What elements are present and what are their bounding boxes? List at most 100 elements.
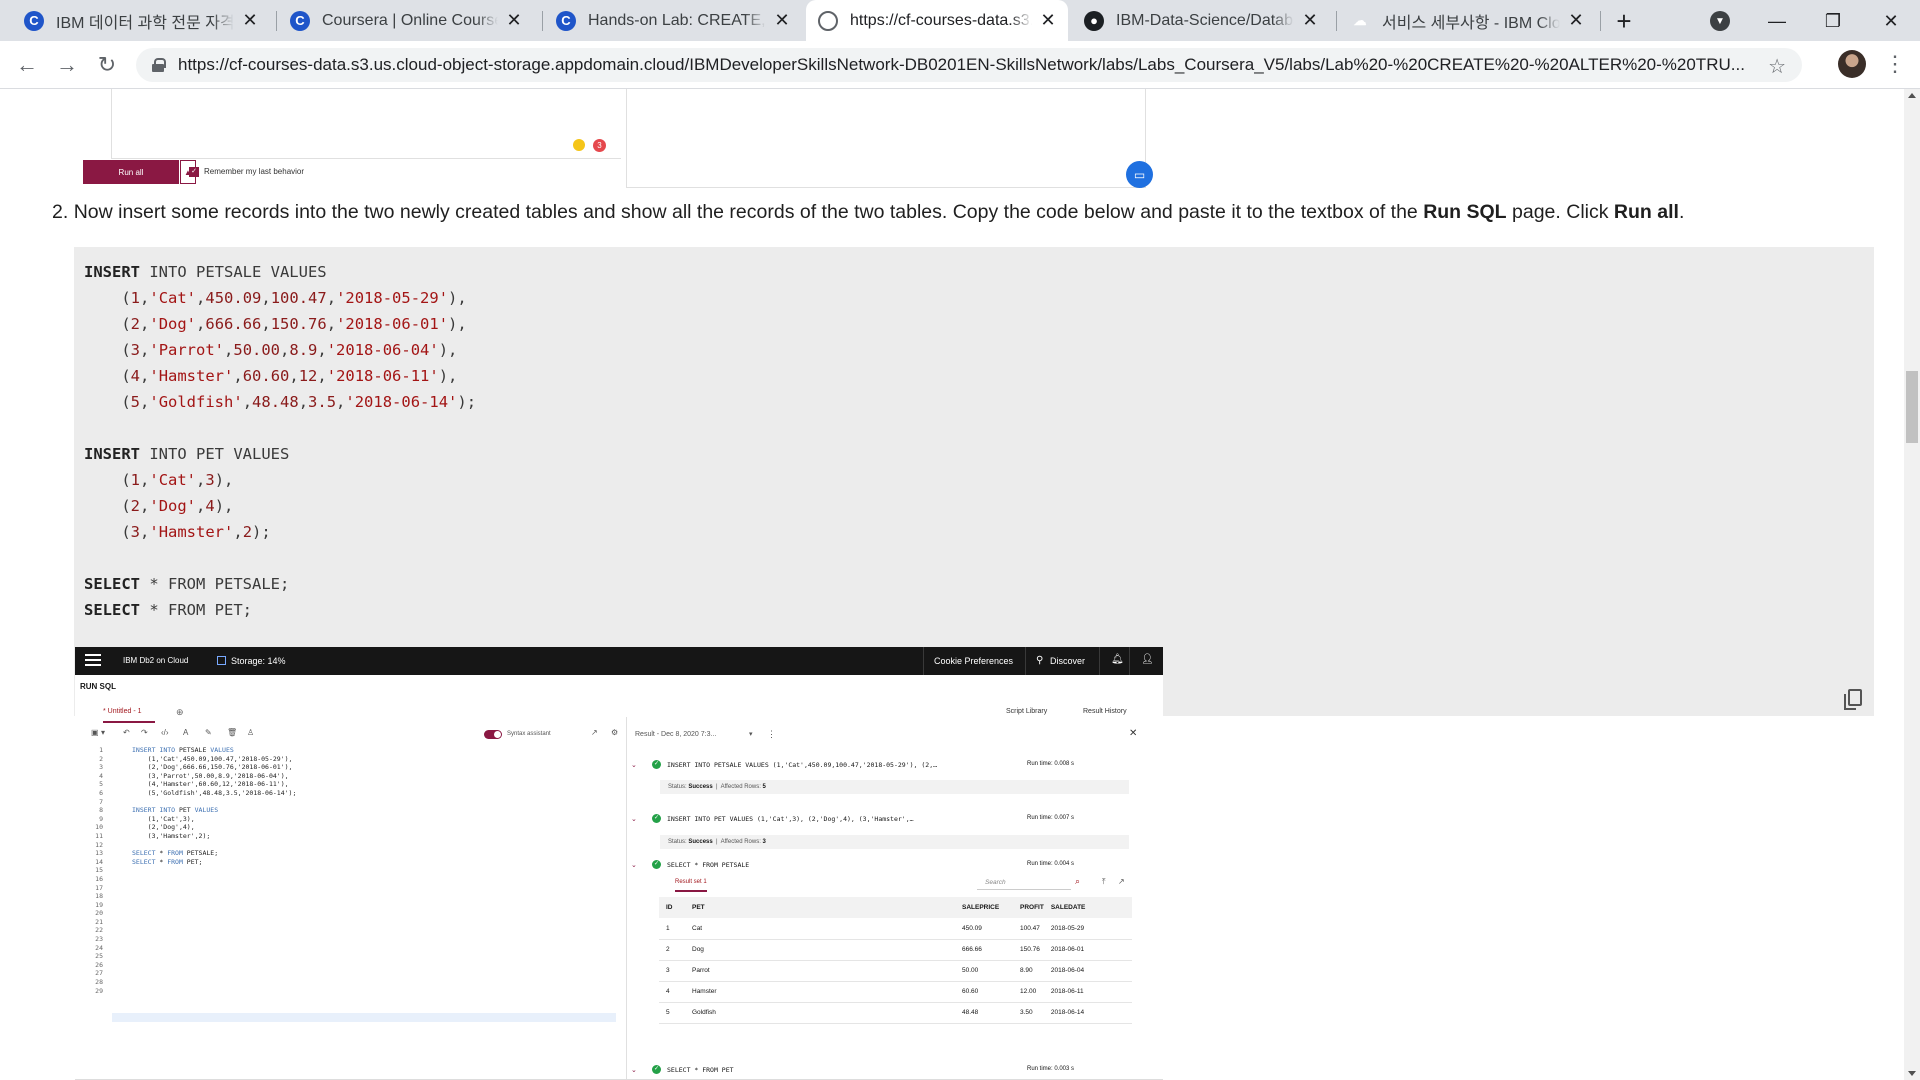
table-cell: 48.48 (955, 1002, 1013, 1024)
table-cell: 2018-06-01 (1043, 939, 1132, 961)
close-icon[interactable]: ✕ (1038, 10, 1058, 31)
person-icon: ♙ (247, 728, 255, 737)
code-text[interactable]: INSERT INTO PETSALE VALUES (1,'Cat',450.… (84, 259, 476, 623)
table-cell: 5 (659, 1002, 685, 1024)
table-cell: 3 (659, 960, 685, 982)
tab-hands-on-lab[interactable]: C Hands-on Lab: CREATE, ALTE ✕ (544, 0, 802, 41)
result-runtime: Run time: 0.008 s (1027, 761, 1075, 767)
table-row: 2 Dog 666.66 150.76 2018-06-01 (659, 939, 1132, 961)
embedded-screenshot-top: 3 Run all ▲ ✓ Remember my last behavior … (83, 89, 1158, 188)
status-label: Status: (668, 839, 687, 845)
table-cell: 50.00 (955, 960, 1013, 982)
tab-cf-courses-data[interactable]: ◍ https://cf-courses-data.s3.us ✕ (806, 0, 1068, 41)
syntax-assistant-label: Syntax assistant (507, 731, 551, 737)
column-header: PET (685, 897, 955, 918)
table-cell: 3.50 (1013, 1002, 1044, 1024)
result-table: ID PET SALEPRICE PROFIT SALEDATE 1 Cat 4… (659, 897, 1132, 1024)
db2-header: IBM Db2 on Cloud Storage: 14% Cookie Pre… (75, 647, 1163, 675)
page-scrollbar[interactable] (1904, 89, 1920, 1080)
minimize-icon[interactable]: — (1762, 6, 1792, 36)
status-value: Success (688, 784, 713, 790)
header-divider (923, 647, 924, 675)
chevron-down-icon: ⌄ (631, 816, 637, 823)
save-icon: ▣ (91, 728, 99, 737)
coursera-icon: C (24, 10, 44, 31)
result-statement: INSERT INTO PETSALE VALUES (1,'Cat',450.… (667, 761, 938, 769)
tab-title: 서비스 세부사항 - IBM Clo (1382, 14, 1560, 32)
success-check-icon: ✓ (652, 760, 661, 769)
editor-line-numbers: 1 2 3 4 5 6 7 8 9 10 11 12 13 14 15 16 1… (95, 746, 103, 995)
tab-separator (1600, 11, 1601, 31)
pane-divider (626, 717, 627, 1080)
url-text[interactable]: https://cf-courses-data.s3.us.cloud-obje… (178, 55, 1802, 75)
scroll-down-arrow-icon[interactable] (1908, 1071, 1916, 1076)
brush-icon: ✎ (205, 728, 212, 737)
tab-search-icon[interactable]: ▼ (1710, 11, 1730, 31)
table-cell: 12.00 (1013, 981, 1044, 1003)
embedded-screenshot-run-sql: IBM Db2 on Cloud Storage: 14% Cookie Pre… (75, 647, 1163, 1080)
restore-icon[interactable]: ❐ (1818, 6, 1848, 36)
hamburger-menu-icon (85, 654, 101, 666)
step-number: 2. (52, 201, 69, 223)
step-bold-run-all: Run all (1613, 201, 1679, 223)
tab-title: IBM-Data-Science/Database (1116, 11, 1294, 29)
copy-icon[interactable] (1844, 689, 1862, 710)
address-bar[interactable]: https://cf-courses-data.s3.us.cloud-obje… (136, 48, 1802, 82)
bookmark-star-icon[interactable]: ☆ (1768, 54, 1786, 79)
step-text: . (1678, 201, 1685, 223)
table-cell: Dog (685, 939, 955, 961)
add-tab-icon: ⊕ (176, 707, 184, 717)
chat-icon: ▭ (1126, 161, 1153, 188)
tab-separator (276, 11, 277, 31)
reload-icon[interactable]: ↻ (94, 52, 120, 78)
code-block[interactable]: INSERT INTO PETSALE VALUES (1,'Cat',450.… (74, 247, 1874, 716)
table-row: 5 Goldfish 48.48 3.50 2018-06-14 (659, 1002, 1132, 1024)
back-arrow-icon[interactable]: ← (14, 52, 40, 78)
table-cell: 2018-06-11 (1043, 981, 1132, 1003)
scroll-up-arrow-icon[interactable] (1908, 93, 1916, 98)
search-icon: ⌕ (1075, 876, 1081, 886)
tab-ibm-data-science[interactable]: C IBM 데이터 과학 전문 자격 ✕ (12, 0, 270, 41)
close-icon[interactable]: ✕ (1566, 10, 1586, 31)
smiley-icon (573, 139, 585, 151)
success-check-icon: ✓ (652, 814, 661, 823)
close-icon[interactable]: ✕ (1300, 10, 1320, 31)
column-header: ID (659, 897, 685, 918)
result-runtime: Run time: 0.004 s (1027, 861, 1075, 867)
tab-title: IBM 데이터 과학 전문 자격 (56, 14, 234, 32)
success-check-icon: ✓ (652, 1065, 661, 1074)
scrollbar-thumb[interactable] (1906, 371, 1918, 443)
tab-github[interactable]: ● IBM-Data-Science/Database ✕ (1072, 0, 1330, 41)
table-cell: 100.47 (1013, 918, 1044, 940)
result-search-input: Search (977, 876, 1071, 890)
close-icon[interactable]: ✕ (504, 10, 524, 31)
run-sql-title: RUN SQL (80, 682, 116, 691)
bell-icon: 🔔︎ (1111, 654, 1124, 665)
tab-coursera[interactable]: C Coursera | Online Courses & ✕ (278, 0, 534, 41)
profile-avatar[interactable] (1838, 50, 1866, 78)
close-icon: ✕ (1129, 728, 1138, 739)
script-library-link: Script Library (1006, 708, 1048, 715)
forward-arrow-icon[interactable]: → (54, 52, 80, 78)
column-header: PROFIT (1013, 897, 1044, 918)
syntax-assistant-toggle (484, 730, 502, 739)
lock-icon[interactable] (152, 58, 166, 72)
browser-menu-icon[interactable]: ⋮ (1884, 51, 1906, 79)
result-statement: SELECT * FROM PET (667, 1066, 734, 1074)
table-cell: Parrot (685, 960, 955, 982)
tab-ibm-cloud[interactable]: ☁ 서비스 세부사항 - IBM Clo ✕ (1338, 0, 1596, 41)
tab-untitled: * Untitled - 1 (103, 708, 155, 723)
page-content: 3 Run all ▲ ✓ Remember my last behavior … (0, 89, 1904, 1080)
success-check-icon: ✓ (652, 860, 661, 869)
result-statement: SELECT * FROM PETSALE (667, 861, 750, 869)
tab-separator (1336, 11, 1337, 31)
close-icon[interactable]: ✕ (772, 10, 792, 31)
affected-value: 5 (762, 784, 766, 790)
new-tab-button[interactable]: + (1610, 8, 1638, 36)
result-row: ⌄ ✓ INSERT INTO PETSALE VALUES (1,'Cat',… (631, 760, 1151, 774)
storage-label: Storage: 14% (231, 656, 286, 666)
globe-icon: ◍ (818, 10, 838, 31)
close-icon[interactable]: ✕ (240, 10, 260, 31)
table-cell: 150.76 (1013, 939, 1044, 961)
window-close-icon[interactable]: ✕ (1876, 6, 1906, 36)
